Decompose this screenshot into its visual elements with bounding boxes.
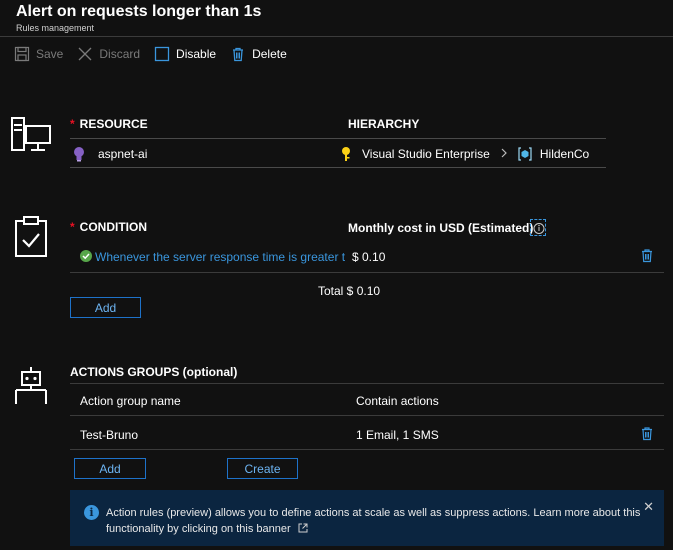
resource-cell: aspnet-ai: [72, 146, 147, 162]
banner-text: Action rules (preview) allows you to def…: [106, 505, 646, 538]
subscription-name: Visual Studio Enterprise: [362, 147, 490, 161]
page-subtitle: Rules management: [16, 23, 95, 33]
save-icon: [14, 46, 30, 62]
actions-header-divider: [70, 415, 664, 416]
delete-action-group-icon[interactable]: [640, 426, 654, 444]
info-circle-icon: i: [84, 505, 99, 520]
save-button[interactable]: Save: [14, 46, 63, 62]
trash-icon: [230, 46, 246, 62]
checkbox-icon: [154, 46, 170, 62]
external-link-icon: [298, 522, 308, 538]
resource-row[interactable]: aspnet-ai Visual Studio Enterprise Hilde…: [70, 138, 606, 168]
robot-icon: [12, 366, 50, 409]
column-header-actions: Contain actions: [356, 394, 439, 408]
delete-button[interactable]: Delete: [230, 46, 287, 62]
condition-divider: [70, 272, 664, 273]
close-icon[interactable]: ✕: [643, 499, 654, 515]
disable-label: Disable: [176, 47, 217, 61]
condition-link[interactable]: Whenever the server response time is gre…: [95, 250, 345, 264]
add-condition-button[interactable]: Add: [70, 297, 141, 318]
required-indicator: *: [70, 117, 75, 131]
condition-total: Total $ 0.10: [318, 284, 381, 298]
column-header-name: Action group name: [80, 394, 181, 408]
monthly-cost-header: Monthly cost in USD (Estimated): [348, 221, 534, 235]
clipboard-check-icon: [14, 216, 48, 261]
hierarchy-cell: Visual Studio Enterprise HildenCo: [340, 146, 589, 162]
action-group-name: Test-Bruno: [80, 428, 139, 442]
discard-button[interactable]: Discard: [77, 46, 140, 62]
discard-label: Discard: [99, 47, 141, 61]
actions-header-top-divider: [70, 383, 664, 384]
key-icon: [340, 146, 352, 162]
add-action-group-button[interactable]: Add: [74, 458, 146, 479]
condition-header: * CONDITION: [70, 220, 148, 234]
save-label: Save: [36, 47, 64, 61]
action-rules-banner[interactable]: i Action rules (preview) allows you to d…: [70, 490, 664, 546]
required-indicator: *: [70, 220, 75, 234]
success-check-icon: [80, 250, 92, 262]
create-action-group-button[interactable]: Create: [227, 458, 298, 479]
info-icon[interactable]: [530, 219, 546, 236]
hierarchy-header: HIERARCHY: [348, 117, 420, 131]
resource-name: aspnet-ai: [98, 147, 148, 161]
delete-label: Delete: [252, 47, 287, 61]
resource-header: * RESOURCE: [70, 117, 148, 131]
condition-cost: $ 0.10: [352, 250, 386, 264]
chevron-right-icon: [500, 147, 508, 161]
actions-row-divider: [70, 449, 664, 450]
resource-group-name: HildenCo: [539, 147, 590, 161]
actions-groups-header: ACTIONS GROUPS (optional): [70, 365, 238, 379]
discard-icon: [77, 46, 93, 62]
header-divider: [0, 36, 673, 37]
delete-condition-icon[interactable]: [640, 248, 654, 266]
page-title: Alert on requests longer than 1s: [16, 3, 262, 20]
resource-group-icon: [518, 147, 532, 161]
lightbulb-icon: [72, 146, 86, 162]
computer-icon: [10, 116, 52, 157]
toolbar: Save Discard Disable Delete: [14, 44, 301, 64]
action-group-actions: 1 Email, 1 SMS: [356, 428, 439, 442]
disable-button[interactable]: Disable: [154, 46, 216, 62]
